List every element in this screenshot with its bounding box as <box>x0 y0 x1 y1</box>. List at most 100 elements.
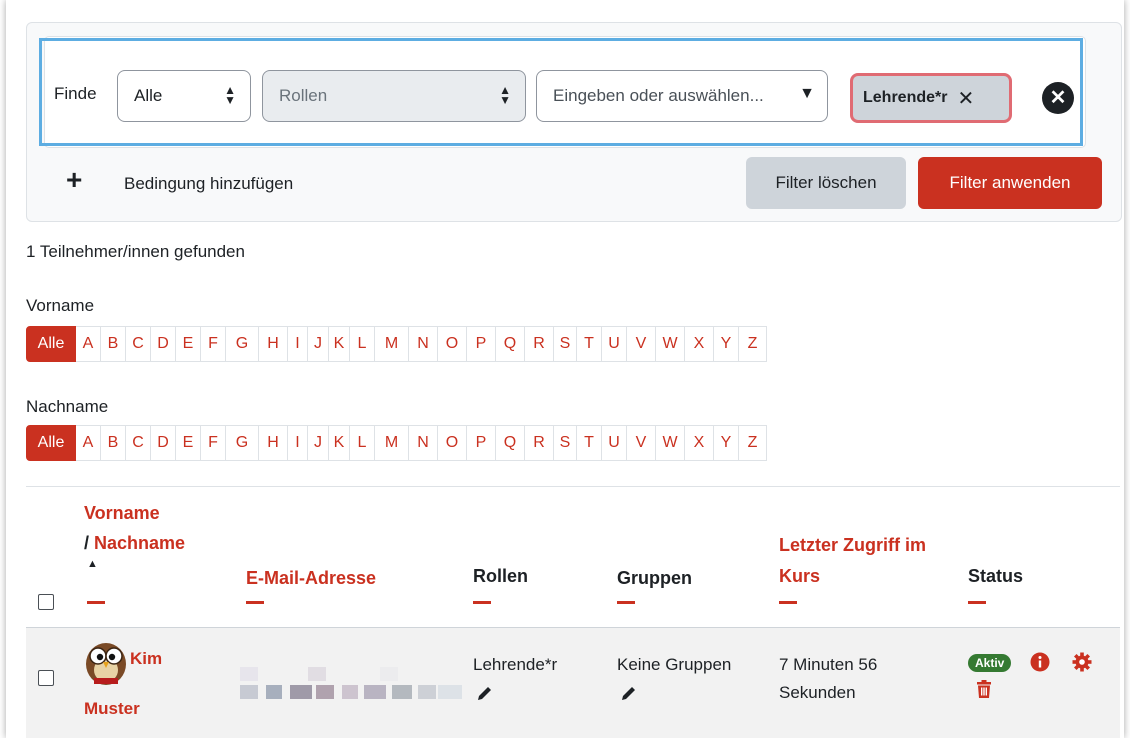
firstname-initial-q[interactable]: Q <box>496 326 525 362</box>
apply-filter-button[interactable]: Filter anwenden <box>918 157 1102 209</box>
pencil-icon[interactable] <box>476 684 494 702</box>
col-status: Status <box>968 566 1024 586</box>
lastname-initial-r[interactable]: R <box>525 425 554 461</box>
firstname-initial-d[interactable]: D <box>151 326 176 362</box>
firstname-initial-j[interactable]: J <box>308 326 329 362</box>
lastname-initial-b[interactable]: B <box>101 425 126 461</box>
lastname-initial-v[interactable]: V <box>627 425 656 461</box>
firstname-initial-b[interactable]: B <box>101 326 126 362</box>
firstname-initial-g[interactable]: G <box>226 326 259 362</box>
row-checkbox[interactable] <box>38 670 54 686</box>
lastname-initial-n[interactable]: N <box>409 425 438 461</box>
firstname-initial-f[interactable]: F <box>201 326 226 362</box>
lastname-initial-t[interactable]: T <box>577 425 602 461</box>
lastname-initial-a[interactable]: A <box>76 425 101 461</box>
match-value: Alle <box>134 86 163 105</box>
firstname-initial-k[interactable]: K <box>329 326 350 362</box>
firstname-initial-m[interactable]: M <box>375 326 409 362</box>
lastname-filter-label: Nachname <box>26 397 109 416</box>
firstname-initial-n[interactable]: N <box>409 326 438 362</box>
sort-asc-icon: ▲ <box>87 558 98 570</box>
user-firstname-link[interactable]: Kim <box>130 649 162 669</box>
lastname-initial-x[interactable]: X <box>685 425 714 461</box>
firstname-initial-i[interactable]: I <box>288 326 308 362</box>
lastname-initial-o[interactable]: O <box>438 425 467 461</box>
col-lastaccess-sort-2[interactable]: Kurs <box>779 561 820 591</box>
col-lastname-sort[interactable]: Nachname <box>94 533 185 553</box>
chip-label: Lehrende*r <box>863 89 948 106</box>
firstname-initial-y[interactable]: Y <box>714 326 739 362</box>
lastname-initial-d[interactable]: D <box>151 425 176 461</box>
firstname-initial-x[interactable]: X <box>685 326 714 362</box>
type-select[interactable]: Rollen ▲ ▼ <box>262 70 526 122</box>
firstname-initial-s[interactable]: S <box>554 326 577 362</box>
firstname-initial-p[interactable]: P <box>467 326 496 362</box>
clear-filter-button[interactable]: Filter löschen <box>746 157 906 209</box>
lastname-initial-h[interactable]: H <box>259 425 288 461</box>
caret-down-icon: ▼ <box>799 85 815 102</box>
col-lastaccess-sort[interactable]: Letzter Zugriff im <box>779 530 926 560</box>
add-condition-link[interactable]: Bedingung hinzufügen <box>124 174 293 194</box>
lastname-initial-all[interactable]: Alle <box>26 425 76 461</box>
lastname-initial-g[interactable]: G <box>226 425 259 461</box>
firstname-initial-all[interactable]: Alle <box>26 326 76 362</box>
collapse-dash[interactable] <box>968 601 986 604</box>
gear-icon[interactable] <box>1072 652 1092 672</box>
selected-role-chip[interactable]: Lehrende*r ✕ <box>850 73 1012 123</box>
lastname-initial-l[interactable]: L <box>350 425 375 461</box>
col-email-sort[interactable]: E-Mail-Adresse <box>246 563 376 593</box>
lastname-initial-y[interactable]: Y <box>714 425 739 461</box>
result-count: 1 Teilnehmer/innen gefunden <box>26 242 245 261</box>
lastname-initial-w[interactable]: W <box>656 425 685 461</box>
trash-icon[interactable] <box>976 680 992 698</box>
participants-page: Finde Alle ▲ ▼ Rollen ▲ ▼ Eingeben oder au… <box>6 0 1124 738</box>
firstname-initial-c[interactable]: C <box>126 326 151 362</box>
firstname-initial-l[interactable]: L <box>350 326 375 362</box>
collapse-dash[interactable] <box>473 601 491 604</box>
col-roles: Rollen <box>473 566 529 586</box>
lastname-initial-q[interactable]: Q <box>496 425 525 461</box>
info-icon[interactable] <box>1030 652 1050 672</box>
firstname-initial-a[interactable]: A <box>76 326 101 362</box>
select-all-checkbox[interactable] <box>38 594 54 610</box>
close-icon[interactable]: ✕ <box>957 86 974 111</box>
updown-icon: ▲ ▼ <box>224 83 236 107</box>
lastname-initial-e[interactable]: E <box>176 425 201 461</box>
firstname-initial-w[interactable]: W <box>656 326 685 362</box>
avatar[interactable] <box>82 636 130 686</box>
lastname-initial-i[interactable]: I <box>288 425 308 461</box>
remove-row-icon[interactable]: ✕ <box>1042 82 1074 114</box>
firstname-initial-v[interactable]: V <box>627 326 656 362</box>
lastname-initial-f[interactable]: F <box>201 425 226 461</box>
firstname-initial-t[interactable]: T <box>577 326 602 362</box>
lastname-initial-k[interactable]: K <box>329 425 350 461</box>
user-lastname-link[interactable]: Muster <box>84 699 140 719</box>
lastname-initial-p[interactable]: P <box>467 425 496 461</box>
value-search-input[interactable]: Eingeben oder auswählen... ▼ <box>536 70 828 122</box>
lastname-initial-m[interactable]: M <box>375 425 409 461</box>
collapse-dash[interactable] <box>87 601 105 604</box>
pencil-icon[interactable] <box>620 684 638 702</box>
firstname-initial-u[interactable]: U <box>602 326 627 362</box>
updown-icon: ▲ ▼ <box>499 83 511 107</box>
firstname-initial-r[interactable]: R <box>525 326 554 362</box>
lastname-initial-c[interactable]: C <box>126 425 151 461</box>
lastname-initial-z[interactable]: Z <box>739 425 767 461</box>
collapse-dash[interactable] <box>779 601 797 604</box>
collapse-dash[interactable] <box>246 601 264 604</box>
collapse-dash[interactable] <box>617 601 635 604</box>
plus-icon[interactable]: + <box>66 166 82 194</box>
col-firstname-sort[interactable]: Vorname <box>84 498 160 528</box>
last-access-line1: 7 Minuten 56 <box>779 655 878 674</box>
firstname-initial-o[interactable]: O <box>438 326 467 362</box>
user-groups: Keine Gruppen <box>617 655 732 674</box>
divider <box>26 627 1120 628</box>
firstname-initial-z[interactable]: Z <box>739 326 767 362</box>
lastname-initial-s[interactable]: S <box>554 425 577 461</box>
divider <box>26 486 1120 487</box>
firstname-initial-e[interactable]: E <box>176 326 201 362</box>
lastname-initial-u[interactable]: U <box>602 425 627 461</box>
match-select[interactable]: Alle ▲ ▼ <box>117 70 251 122</box>
firstname-initial-h[interactable]: H <box>259 326 288 362</box>
lastname-initial-j[interactable]: J <box>308 425 329 461</box>
